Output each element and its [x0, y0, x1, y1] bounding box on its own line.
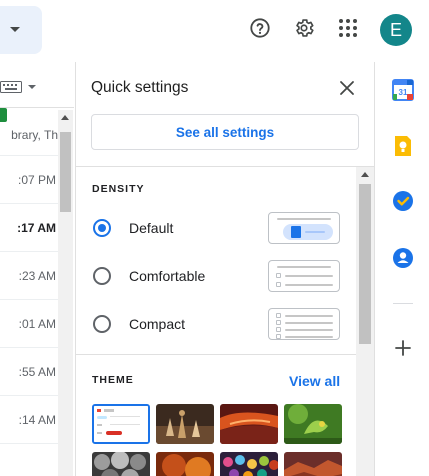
- side-panel-rail: 31: [374, 62, 429, 476]
- panel-scrollbar[interactable]: [356, 167, 374, 476]
- divider: [393, 303, 413, 304]
- chevron-down-icon[interactable]: [28, 85, 36, 89]
- table-row[interactable]: :17 AM: [0, 204, 58, 252]
- row-time: :17 AM: [17, 221, 56, 235]
- calendar-icon[interactable]: 31: [392, 79, 414, 101]
- see-all-settings-button[interactable]: See all settings: [91, 114, 359, 150]
- keep-icon[interactable]: [392, 135, 414, 157]
- theme-chess[interactable]: [156, 404, 214, 444]
- view-all-themes-link[interactable]: View all: [289, 373, 340, 389]
- theme-chameleon[interactable]: [284, 404, 342, 444]
- radio-default[interactable]: [93, 219, 111, 237]
- theme-canyon[interactable]: [220, 404, 278, 444]
- density-preview-comfortable[interactable]: [268, 260, 340, 292]
- apps-grid-icon[interactable]: [335, 15, 361, 41]
- keyboard-icon[interactable]: [0, 81, 22, 93]
- row-time: :14 AM: [18, 413, 56, 427]
- gear-icon[interactable]: [291, 15, 317, 41]
- density-option-compact[interactable]: Compact: [129, 316, 185, 332]
- close-icon[interactable]: [339, 80, 355, 96]
- theme-autumn[interactable]: [156, 452, 214, 476]
- table-row[interactable]: :23 AM: [0, 252, 58, 300]
- scrollbar-thumb[interactable]: [60, 132, 71, 212]
- theme-crayons[interactable]: [220, 452, 278, 476]
- row-snippet: brary, Th: [11, 128, 58, 142]
- density-preview-compact[interactable]: [268, 308, 340, 340]
- label-badge: [0, 108, 7, 122]
- plus-icon[interactable]: [392, 337, 414, 359]
- scrollbar-thumb[interactable]: [359, 184, 371, 344]
- row-time: :55 AM: [18, 365, 56, 379]
- list-toolbar: [0, 62, 74, 108]
- panel-title: Quick settings: [91, 79, 189, 96]
- row-time: :23 AM: [18, 269, 56, 283]
- theme-desert[interactable]: [284, 452, 342, 476]
- row-time: :01 AM: [18, 317, 56, 331]
- top-bar: E: [0, 0, 429, 62]
- help-icon[interactable]: [247, 15, 273, 41]
- theme-default[interactable]: [92, 404, 150, 444]
- list-scrollbar[interactable]: [58, 110, 73, 476]
- table-row[interactable]: :14 AM: [0, 396, 58, 444]
- divider: [76, 354, 356, 355]
- radio-compact[interactable]: [93, 315, 111, 333]
- table-row[interactable]: brary, Th: [0, 108, 58, 156]
- table-row[interactable]: :55 AM: [0, 348, 58, 396]
- divider: [76, 166, 374, 167]
- radio-comfortable[interactable]: [93, 267, 111, 285]
- chevron-down-icon: [10, 27, 20, 32]
- doc-icon: [291, 226, 301, 238]
- mail-list: brary, Th :07 PM :17 AM :23 AM :01 AM :55 AM:…: [0, 62, 74, 476]
- chevron-up-icon[interactable]: [361, 172, 369, 177]
- table-row[interactable]: :01 AM: [0, 300, 58, 348]
- table-row[interactable]: :07 PM: [0, 156, 58, 204]
- quick-settings-panel: Quick settings See all settings DENSITY …: [75, 62, 374, 476]
- tasks-icon[interactable]: [392, 190, 414, 212]
- search-options-button[interactable]: [0, 6, 42, 54]
- theme-section-label: THEME: [92, 374, 134, 386]
- calendar-day: 31: [399, 88, 408, 97]
- theme-bubbles[interactable]: [92, 452, 150, 476]
- row-time: :07 PM: [17, 173, 56, 187]
- density-preview-default[interactable]: [268, 212, 340, 244]
- chevron-up-icon[interactable]: [61, 115, 69, 120]
- avatar[interactable]: E: [380, 14, 412, 46]
- density-option-default[interactable]: Default: [129, 220, 173, 236]
- density-section-label: DENSITY: [92, 183, 145, 195]
- contacts-icon[interactable]: [392, 247, 414, 269]
- density-option-comfortable[interactable]: Comfortable: [129, 268, 205, 284]
